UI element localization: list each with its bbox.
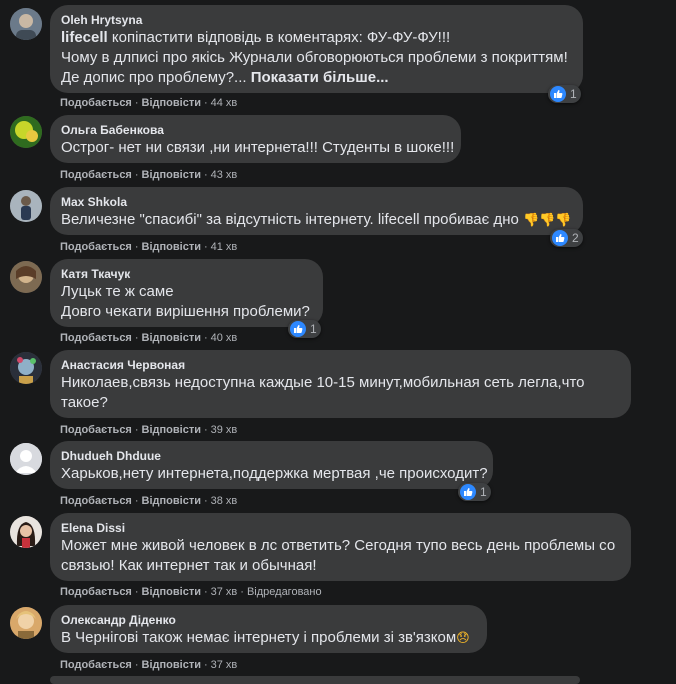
comment-bubble: Анастасия Червоная Николаев,связь недост… <box>50 350 631 418</box>
timestamp[interactable]: 37 хв <box>211 659 238 671</box>
user-avatar-icon <box>10 8 42 40</box>
reaction-number: 1 <box>310 322 317 336</box>
comment-bubble: Ольга Бабенкова Острог- нет ни связи ,ни… <box>50 115 461 163</box>
comment-text-part: Величезне "спасибі" за відсутність інтер… <box>61 211 523 228</box>
reaction-count[interactable]: 1 <box>458 483 491 501</box>
comment-bubble: Катя Ткачук Луцьк те ж саме Довго чекати… <box>50 259 323 327</box>
thumbs-down-emoji: 👎👎👎 <box>522 213 572 228</box>
comment-author[interactable]: Max Shkola <box>61 194 571 210</box>
reply-link[interactable]: Відповісти <box>142 495 201 507</box>
avatar[interactable] <box>10 190 42 222</box>
like-link[interactable]: Подобається <box>60 424 132 436</box>
comment-actions: Подобається · Відповісти · 43 хв <box>60 169 238 181</box>
comment-bubble: Elena Dissi Может мне живой человек в лс… <box>50 513 631 581</box>
user-avatar-icon <box>10 116 42 148</box>
mention-link[interactable]: lifecell <box>61 29 108 46</box>
comment-text: lifecell копіпастити відповідь в комента… <box>61 28 571 48</box>
user-avatar-icon <box>10 607 42 639</box>
comment-text-line: Луцьк те ж саме <box>61 283 174 300</box>
like-icon <box>550 86 566 102</box>
avatar[interactable] <box>10 116 42 148</box>
edited-label: Відредаговано <box>246 586 322 598</box>
comment-text-line: Николаев,связь недоступна каждые 10-15 м… <box>61 374 585 391</box>
comment-text: Величезне "спасибі" за відсутність інтер… <box>61 210 572 231</box>
timestamp[interactable]: 40 хв <box>211 332 238 344</box>
comment-actions: Подобається · Відповісти · 37 хв <box>60 659 238 671</box>
disappointed-emoji: 😞 <box>456 631 470 646</box>
comment-author[interactable]: Oleh Hrytsyna <box>61 12 571 28</box>
see-more-link[interactable]: Показати більше... <box>251 69 389 86</box>
comment-author[interactable]: Ольга Бабенкова <box>61 122 449 138</box>
comment-actions: Подобається · Відповісти · 39 хв <box>60 424 238 436</box>
like-link[interactable]: Подобається <box>60 586 132 598</box>
like-link[interactable]: Подобається <box>60 241 132 253</box>
timestamp[interactable]: 43 хв <box>211 169 238 181</box>
comment-bubble: Олександр Діденко В Чернігові також нема… <box>50 605 487 653</box>
comment-actions: Подобається · Відповісти · 41 хв <box>60 241 238 253</box>
reply-link[interactable]: Відповісти <box>142 659 201 671</box>
reaction-number: 1 <box>570 87 577 101</box>
like-link[interactable]: Подобається <box>60 169 132 181</box>
reply-link[interactable]: Відповісти <box>142 241 201 253</box>
comment-text-line: Чому в длписі про якісь Журнали обговорю… <box>61 49 568 66</box>
like-link[interactable]: Подобається <box>60 659 132 671</box>
user-avatar-icon <box>10 516 42 548</box>
comment-text-line: Довго чекати вирішення проблеми? <box>61 303 310 320</box>
avatar[interactable] <box>10 443 42 475</box>
like-link[interactable]: Подобається <box>60 97 132 109</box>
avatar[interactable] <box>10 8 42 40</box>
reply-link[interactable]: Відповісти <box>142 169 201 181</box>
comment-bubble: Oleh Hrytsyna lifecell копіпастити відпо… <box>50 5 583 93</box>
comment-actions: Подобається · Відповісти · 44 хв <box>60 97 238 109</box>
avatar[interactable] <box>10 516 42 548</box>
user-avatar-icon <box>10 190 42 222</box>
comment-author[interactable]: Elena Dissi <box>61 520 619 536</box>
timestamp[interactable]: 44 хв <box>211 97 238 109</box>
comment-actions: Подобається · Відповісти · 37 хв · Відредагова… <box>60 586 322 598</box>
reply-link[interactable]: Відповісти <box>142 97 201 109</box>
avatar[interactable] <box>10 261 42 293</box>
comment-author[interactable]: Dhudueh Dhduue <box>61 448 481 464</box>
user-avatar-icon <box>10 352 42 384</box>
comment-bubble: Dhudueh Dhduue Харьков,нету интернета,по… <box>50 441 493 489</box>
like-icon <box>290 321 306 337</box>
comment-author[interactable]: Анастасия Червоная <box>61 357 619 373</box>
timestamp[interactable]: 38 хв <box>211 495 238 507</box>
comment-text: Острог- нет ни связи ,ни интернета!!! Ст… <box>61 139 455 156</box>
reaction-count[interactable]: 1 <box>548 85 581 103</box>
like-icon <box>460 484 476 500</box>
reaction-count[interactable]: 2 <box>550 229 583 247</box>
comment-text-part: Де допис про проблему?... <box>61 69 251 86</box>
default-avatar-icon <box>10 443 42 475</box>
next-comment-bubble-partial <box>50 676 580 684</box>
like-link[interactable]: Подобається <box>60 495 132 507</box>
avatar[interactable] <box>10 352 42 384</box>
timestamp[interactable]: 37 хв <box>211 586 238 598</box>
timestamp[interactable]: 39 хв <box>211 424 238 436</box>
comment-actions: Подобається · Відповісти · 40 хв <box>60 332 238 344</box>
timestamp[interactable]: 41 хв <box>211 241 238 253</box>
comment-text-line: Может мне живой человек в лс ответить? С… <box>61 537 616 554</box>
reaction-count[interactable]: 1 <box>288 320 321 338</box>
comment-text-part: копіпастити відповідь в коментарях: ФУ-Ф… <box>107 29 451 46</box>
like-icon <box>552 230 568 246</box>
comment-bubble: Max Shkola Величезне "спасибі" за відсут… <box>50 187 583 235</box>
reaction-number: 2 <box>572 231 579 245</box>
comment-text: В Чернігові також немає інтернету і проб… <box>61 628 475 649</box>
reply-link[interactable]: Відповісти <box>142 424 201 436</box>
like-link[interactable]: Подобається <box>60 332 132 344</box>
reply-link[interactable]: Відповісти <box>142 332 201 344</box>
comment-text-line: связью! Как интернет так и обычная! <box>61 557 317 574</box>
comment-text: Харьков,нету интернета,поддержка мертвая… <box>61 465 488 482</box>
comment-text-line: такое? <box>61 394 108 411</box>
user-avatar-icon <box>10 261 42 293</box>
comment-text-line: Де допис про проблему?... Показати більш… <box>61 68 571 88</box>
reply-link[interactable]: Відповісти <box>142 586 201 598</box>
avatar[interactable] <box>10 607 42 639</box>
comment-actions: Подобається · Відповісти · 38 хв <box>60 495 238 507</box>
comment-text-part: В Чернігові також немає інтернету і проб… <box>61 629 457 646</box>
comment-author[interactable]: Катя Ткачук <box>61 266 311 282</box>
reaction-number: 1 <box>480 485 487 499</box>
comment-author[interactable]: Олександр Діденко <box>61 612 475 628</box>
